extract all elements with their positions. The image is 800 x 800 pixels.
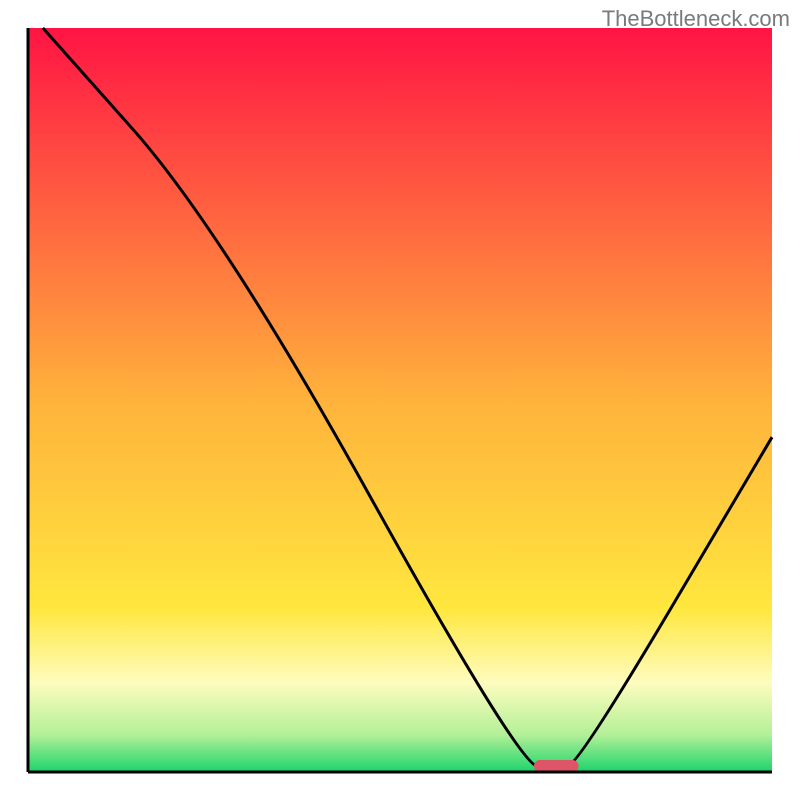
plot-background <box>28 28 772 772</box>
chart-container: TheBottleneck.com <box>0 0 800 800</box>
optimal-marker <box>534 760 579 772</box>
bottleneck-chart <box>0 0 800 800</box>
watermark-text: TheBottleneck.com <box>602 6 790 32</box>
